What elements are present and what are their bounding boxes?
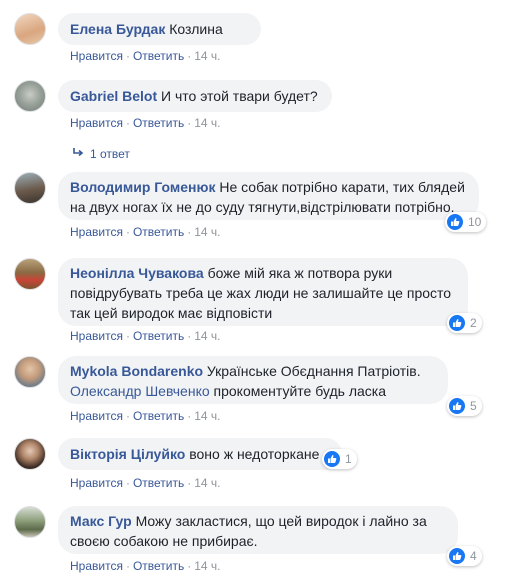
reply-link[interactable]: Ответить	[133, 409, 184, 423]
comment-author[interactable]: Gabriel Belot	[70, 88, 157, 104]
separator: ·	[187, 476, 192, 490]
reply-link[interactable]: Ответить	[133, 329, 184, 343]
like-link[interactable]: Нравится	[70, 559, 123, 573]
separator: ·	[125, 116, 130, 130]
comment-author[interactable]: Володимир Гоменюк	[70, 179, 215, 195]
separator: ·	[125, 329, 130, 343]
comment-text: воно ж недоторкане	[189, 446, 320, 462]
reaction-number: 2	[470, 316, 477, 330]
like-link[interactable]: Нравится	[70, 116, 123, 130]
comment-bubble: Елена Бурдак Козлина	[58, 13, 261, 45]
separator: ·	[187, 329, 192, 343]
like-link[interactable]: Нравится	[70, 49, 123, 63]
thumbs-up-icon	[449, 548, 465, 564]
comment-author[interactable]: Елена Бурдак	[70, 21, 165, 37]
avatar[interactable]	[14, 506, 46, 538]
separator: ·	[125, 559, 130, 573]
comment-time[interactable]: 14 ч.	[194, 476, 220, 490]
reaction-number: 10	[468, 215, 482, 229]
thumbs-up-icon	[324, 451, 340, 467]
avatar[interactable]	[14, 80, 46, 112]
comment-time[interactable]: 14 ч.	[194, 329, 220, 343]
reply-arrow-icon	[72, 146, 84, 162]
comment-time[interactable]: 14 ч.	[194, 49, 220, 63]
reaction-count[interactable]: 1	[322, 449, 357, 469]
avatar[interactable]	[14, 356, 46, 388]
comment-actions: Нравится · Ответить · 14 ч.	[70, 224, 221, 240]
reaction-count[interactable]: 10	[445, 212, 487, 232]
like-link[interactable]: Нравится	[70, 409, 123, 423]
comment-actions: Нравится · Ответить · 14 ч.	[70, 48, 221, 64]
comment-actions: Нравится · Ответить · 14 ч.	[70, 328, 221, 344]
comment-time[interactable]: 14 ч.	[194, 409, 220, 423]
reaction-number: 5	[470, 399, 477, 413]
reply-link[interactable]: Ответить	[133, 116, 184, 130]
separator: ·	[187, 116, 192, 130]
comment-actions: Нравится · Ответить · 14 ч.	[70, 408, 221, 424]
separator: ·	[125, 225, 130, 239]
comment-author[interactable]: Неонілла Чувакова	[70, 265, 204, 281]
separator: ·	[125, 49, 130, 63]
like-link[interactable]: Нравится	[70, 225, 123, 239]
comment-text: Українське Обєднання Патріотів.	[206, 363, 421, 379]
avatar[interactable]	[14, 13, 46, 45]
thumbs-up-icon	[447, 214, 463, 230]
comment-bubble: Макс Гур Можу закластися, що цей виродок…	[58, 506, 458, 554]
comment-text: И что этой твари будет?	[161, 88, 318, 104]
like-link[interactable]: Нравится	[70, 476, 123, 490]
reply-link[interactable]: Ответить	[133, 476, 184, 490]
avatar[interactable]	[14, 258, 46, 290]
comment-author[interactable]: Вікторія Цілуйко	[70, 446, 185, 462]
separator: ·	[125, 409, 130, 423]
like-link[interactable]: Нравится	[70, 329, 123, 343]
comment-actions: Нравится · Ответить · 14 ч.	[70, 475, 221, 491]
comment-bubble: Неонілла Чувакова боже мій яка ж потвора…	[58, 258, 468, 326]
comment-author[interactable]: Mykola Bondarenko	[70, 363, 203, 379]
reply-link[interactable]: Ответить	[133, 559, 184, 573]
thumbs-up-icon	[449, 398, 465, 414]
reaction-count[interactable]: 2	[447, 313, 482, 333]
comment-actions: Нравится · Ответить · 14 ч.	[70, 115, 221, 131]
reply-link[interactable]: Ответить	[133, 49, 184, 63]
reaction-count[interactable]: 5	[447, 396, 482, 416]
separator: ·	[187, 559, 192, 573]
separator: ·	[187, 49, 192, 63]
comment-bubble: Gabriel Belot И что этой твари будет?	[58, 80, 332, 112]
comment-actions: Нравится · Ответить · 14 ч.	[70, 558, 221, 574]
view-replies-label[interactable]: 1 ответ	[90, 146, 130, 162]
comment-time[interactable]: 14 ч.	[194, 559, 220, 573]
mention-link[interactable]: Олександр Шевченко	[70, 383, 210, 399]
comment-bubble: Mykola Bondarenko Українське Обєднання П…	[58, 356, 448, 404]
reaction-count[interactable]: 4	[447, 546, 482, 566]
reaction-number: 1	[345, 452, 352, 466]
comment-bubble: Володимир Гоменюк Не собак потрібно кара…	[58, 172, 479, 220]
comment-time[interactable]: 14 ч.	[194, 116, 220, 130]
avatar[interactable]	[14, 438, 46, 470]
view-replies-link[interactable]: 1 ответ	[72, 146, 130, 162]
separator: ·	[187, 409, 192, 423]
reply-link[interactable]: Ответить	[133, 225, 184, 239]
comment-text: Козлина	[169, 21, 223, 37]
separator: ·	[125, 476, 130, 490]
reaction-number: 4	[470, 549, 477, 563]
avatar[interactable]	[14, 172, 46, 204]
comment-time[interactable]: 14 ч.	[194, 225, 220, 239]
comment-author[interactable]: Макс Гур	[70, 513, 132, 529]
comment-bubble: Вікторія Цілуйко воно ж недоторкане	[58, 438, 342, 470]
comment-text-continued: прокоментуйте будь ласка	[213, 383, 386, 399]
separator: ·	[187, 225, 192, 239]
thumbs-up-icon	[449, 315, 465, 331]
